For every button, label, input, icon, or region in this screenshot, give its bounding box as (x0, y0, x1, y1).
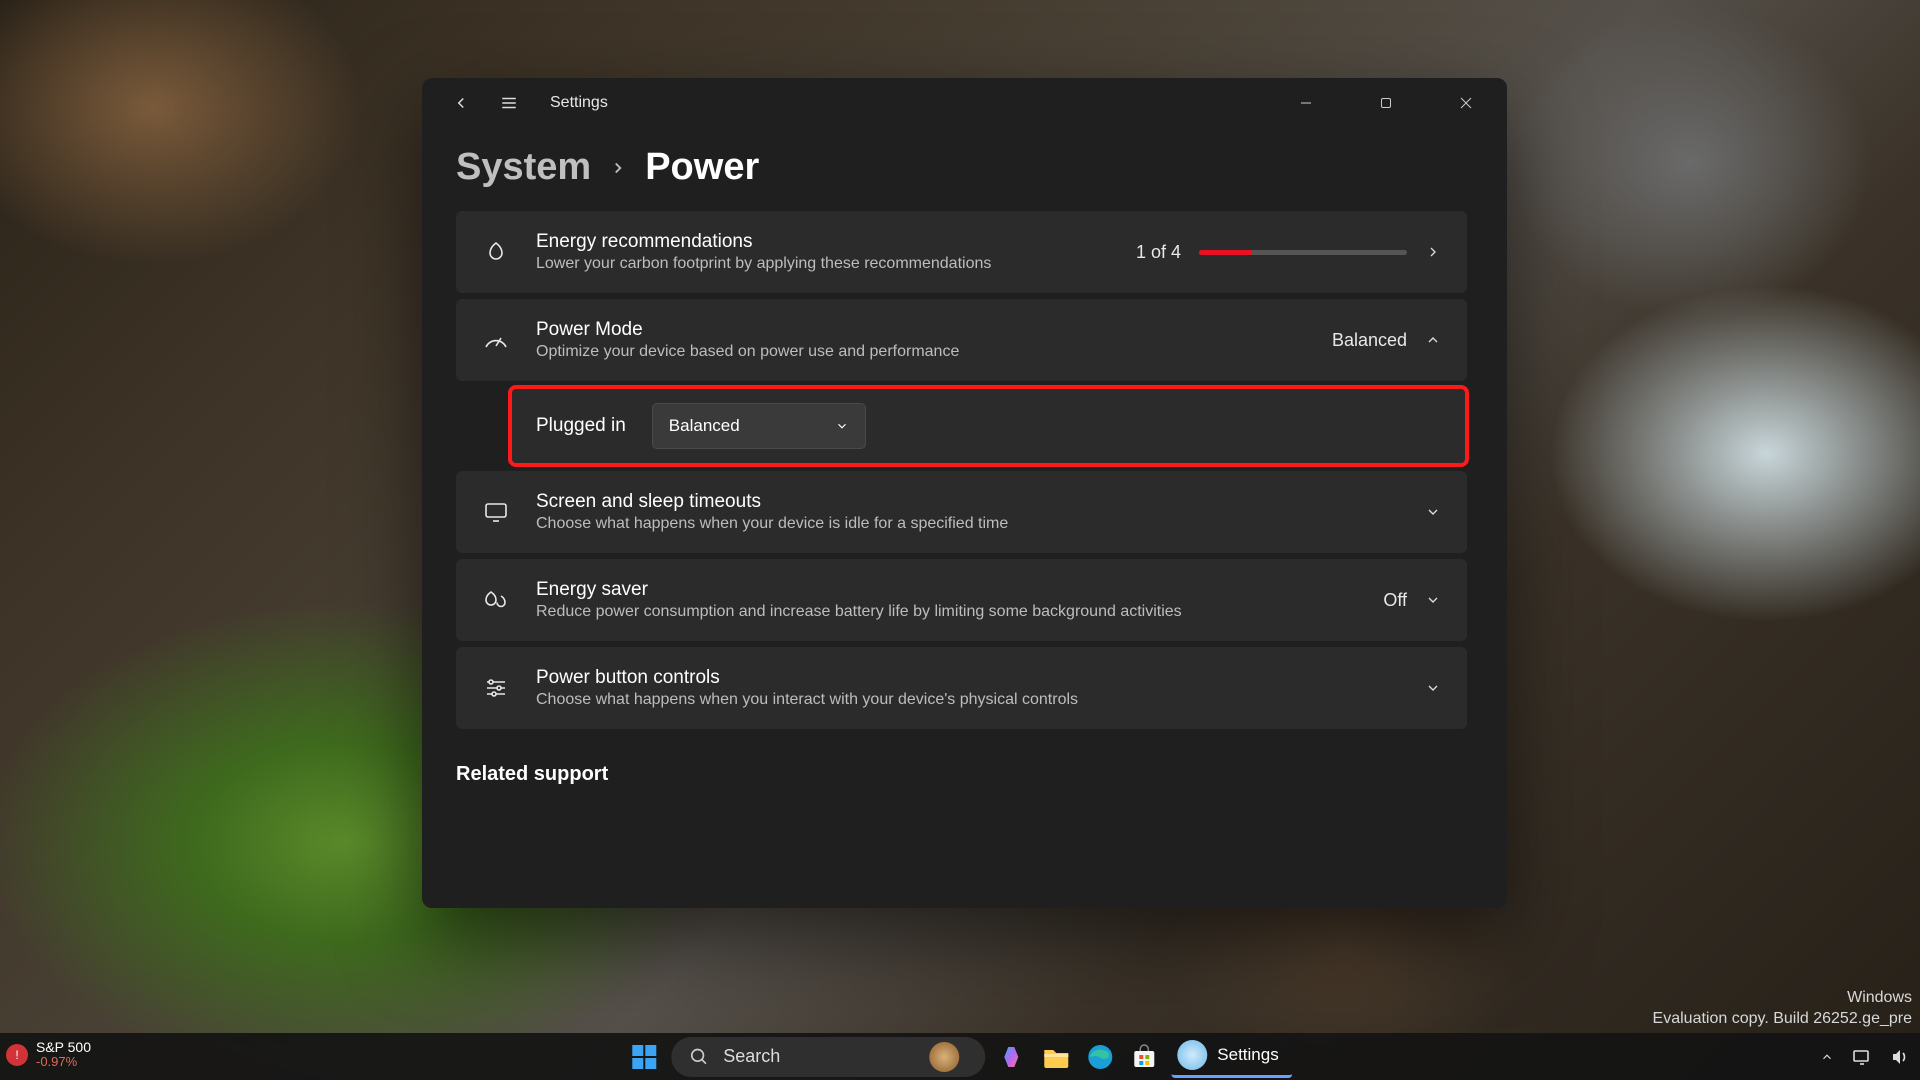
breadcrumb: System Power (422, 128, 1507, 211)
tray-overflow-icon[interactable] (1820, 1050, 1834, 1064)
taskbar-copilot[interactable] (995, 1040, 1029, 1074)
nav-menu-button[interactable] (498, 92, 520, 114)
taskbar-widget-stocks[interactable]: ! S&P 500 -0.97% (6, 1034, 91, 1076)
maximize-button[interactable] (1355, 78, 1417, 128)
chevron-down-icon (1425, 680, 1441, 696)
card-subtitle: Choose what happens when your device is … (536, 515, 1399, 533)
chevron-right-icon (1425, 244, 1441, 260)
plugged-in-select[interactable]: Balanced (652, 403, 866, 449)
chevron-up-icon (1425, 332, 1441, 348)
chevron-down-icon (1425, 504, 1441, 520)
card-power-mode[interactable]: Power Mode Optimize your device based on… (456, 299, 1467, 381)
back-button[interactable] (450, 92, 472, 114)
related-support-heading: Related support (456, 763, 1467, 786)
settings-scroll-area[interactable]: Energy recommendations Lower your carbon… (456, 211, 1473, 871)
chevron-down-icon (835, 419, 849, 433)
breadcrumb-parent[interactable]: System (456, 146, 591, 189)
row-plugged-in: Plugged in Balanced (510, 387, 1467, 465)
taskbar-explorer[interactable] (1039, 1040, 1073, 1074)
card-energy-saver[interactable]: Energy saver Reduce power consumption an… (456, 559, 1467, 641)
volume-icon[interactable] (1890, 1048, 1910, 1066)
plugged-in-select-value: Balanced (669, 416, 740, 436)
card-screen-sleep[interactable]: Screen and sleep timeouts Choose what ha… (456, 471, 1467, 553)
energy-saver-icon (482, 589, 510, 611)
card-title: Energy saver (536, 579, 1357, 601)
card-title: Screen and sleep timeouts (536, 491, 1399, 513)
energy-progress (1199, 250, 1407, 255)
titlebar: Settings (422, 78, 1507, 128)
card-power-button-controls[interactable]: Power button controls Choose what happen… (456, 647, 1467, 729)
close-button[interactable] (1435, 78, 1497, 128)
widget-change: -0.97% (36, 1054, 91, 1070)
minimize-button[interactable] (1275, 78, 1337, 128)
start-button[interactable] (627, 1040, 661, 1074)
card-title: Power button controls (536, 667, 1399, 689)
taskbar-settings-app[interactable]: Settings (1171, 1035, 1292, 1078)
card-energy-recommendations[interactable]: Energy recommendations Lower your carbon… (456, 211, 1467, 293)
card-title: Energy recommendations (536, 231, 1110, 253)
search-highlight-icon (929, 1042, 959, 1072)
plugged-in-label: Plugged in (536, 415, 626, 437)
network-icon[interactable] (1852, 1048, 1872, 1066)
card-subtitle: Optimize your device based on power use … (536, 343, 1306, 361)
speed-icon (482, 330, 510, 350)
monitor-icon (482, 501, 510, 523)
window-title: Settings (550, 94, 608, 112)
taskbar-tray[interactable] (1820, 1048, 1910, 1066)
taskbar-store[interactable] (1127, 1040, 1161, 1074)
settings-window: Settings System Power (422, 78, 1507, 908)
breadcrumb-current: Power (645, 146, 759, 189)
card-subtitle: Choose what happens when you interact wi… (536, 691, 1399, 709)
taskbar-search[interactable]: Search (671, 1037, 985, 1077)
sliders-icon (482, 677, 510, 699)
leaf-icon (482, 240, 510, 264)
chevron-right-icon (609, 159, 627, 177)
card-subtitle: Lower your carbon footprint by applying … (536, 255, 1110, 273)
card-subtitle: Reduce power consumption and increase ba… (536, 603, 1357, 621)
card-title: Power Mode (536, 319, 1306, 341)
widget-title: S&P 500 (36, 1040, 91, 1054)
alert-badge-icon: ! (6, 1044, 28, 1066)
search-icon (689, 1047, 709, 1067)
taskbar-edge[interactable] (1083, 1040, 1117, 1074)
energy-saver-value: Off (1383, 590, 1407, 611)
power-mode-value: Balanced (1332, 330, 1407, 351)
taskbar-settings-label: Settings (1217, 1045, 1278, 1065)
search-placeholder: Search (723, 1046, 780, 1067)
chevron-down-icon (1425, 592, 1441, 608)
taskbar: ! S&P 500 -0.97% Search (0, 1033, 1920, 1080)
windows-watermark: Windows Evaluation copy. Build 26252.ge_… (1653, 987, 1912, 1030)
settings-icon (1177, 1040, 1207, 1070)
energy-counter: 1 of 4 (1136, 242, 1181, 263)
